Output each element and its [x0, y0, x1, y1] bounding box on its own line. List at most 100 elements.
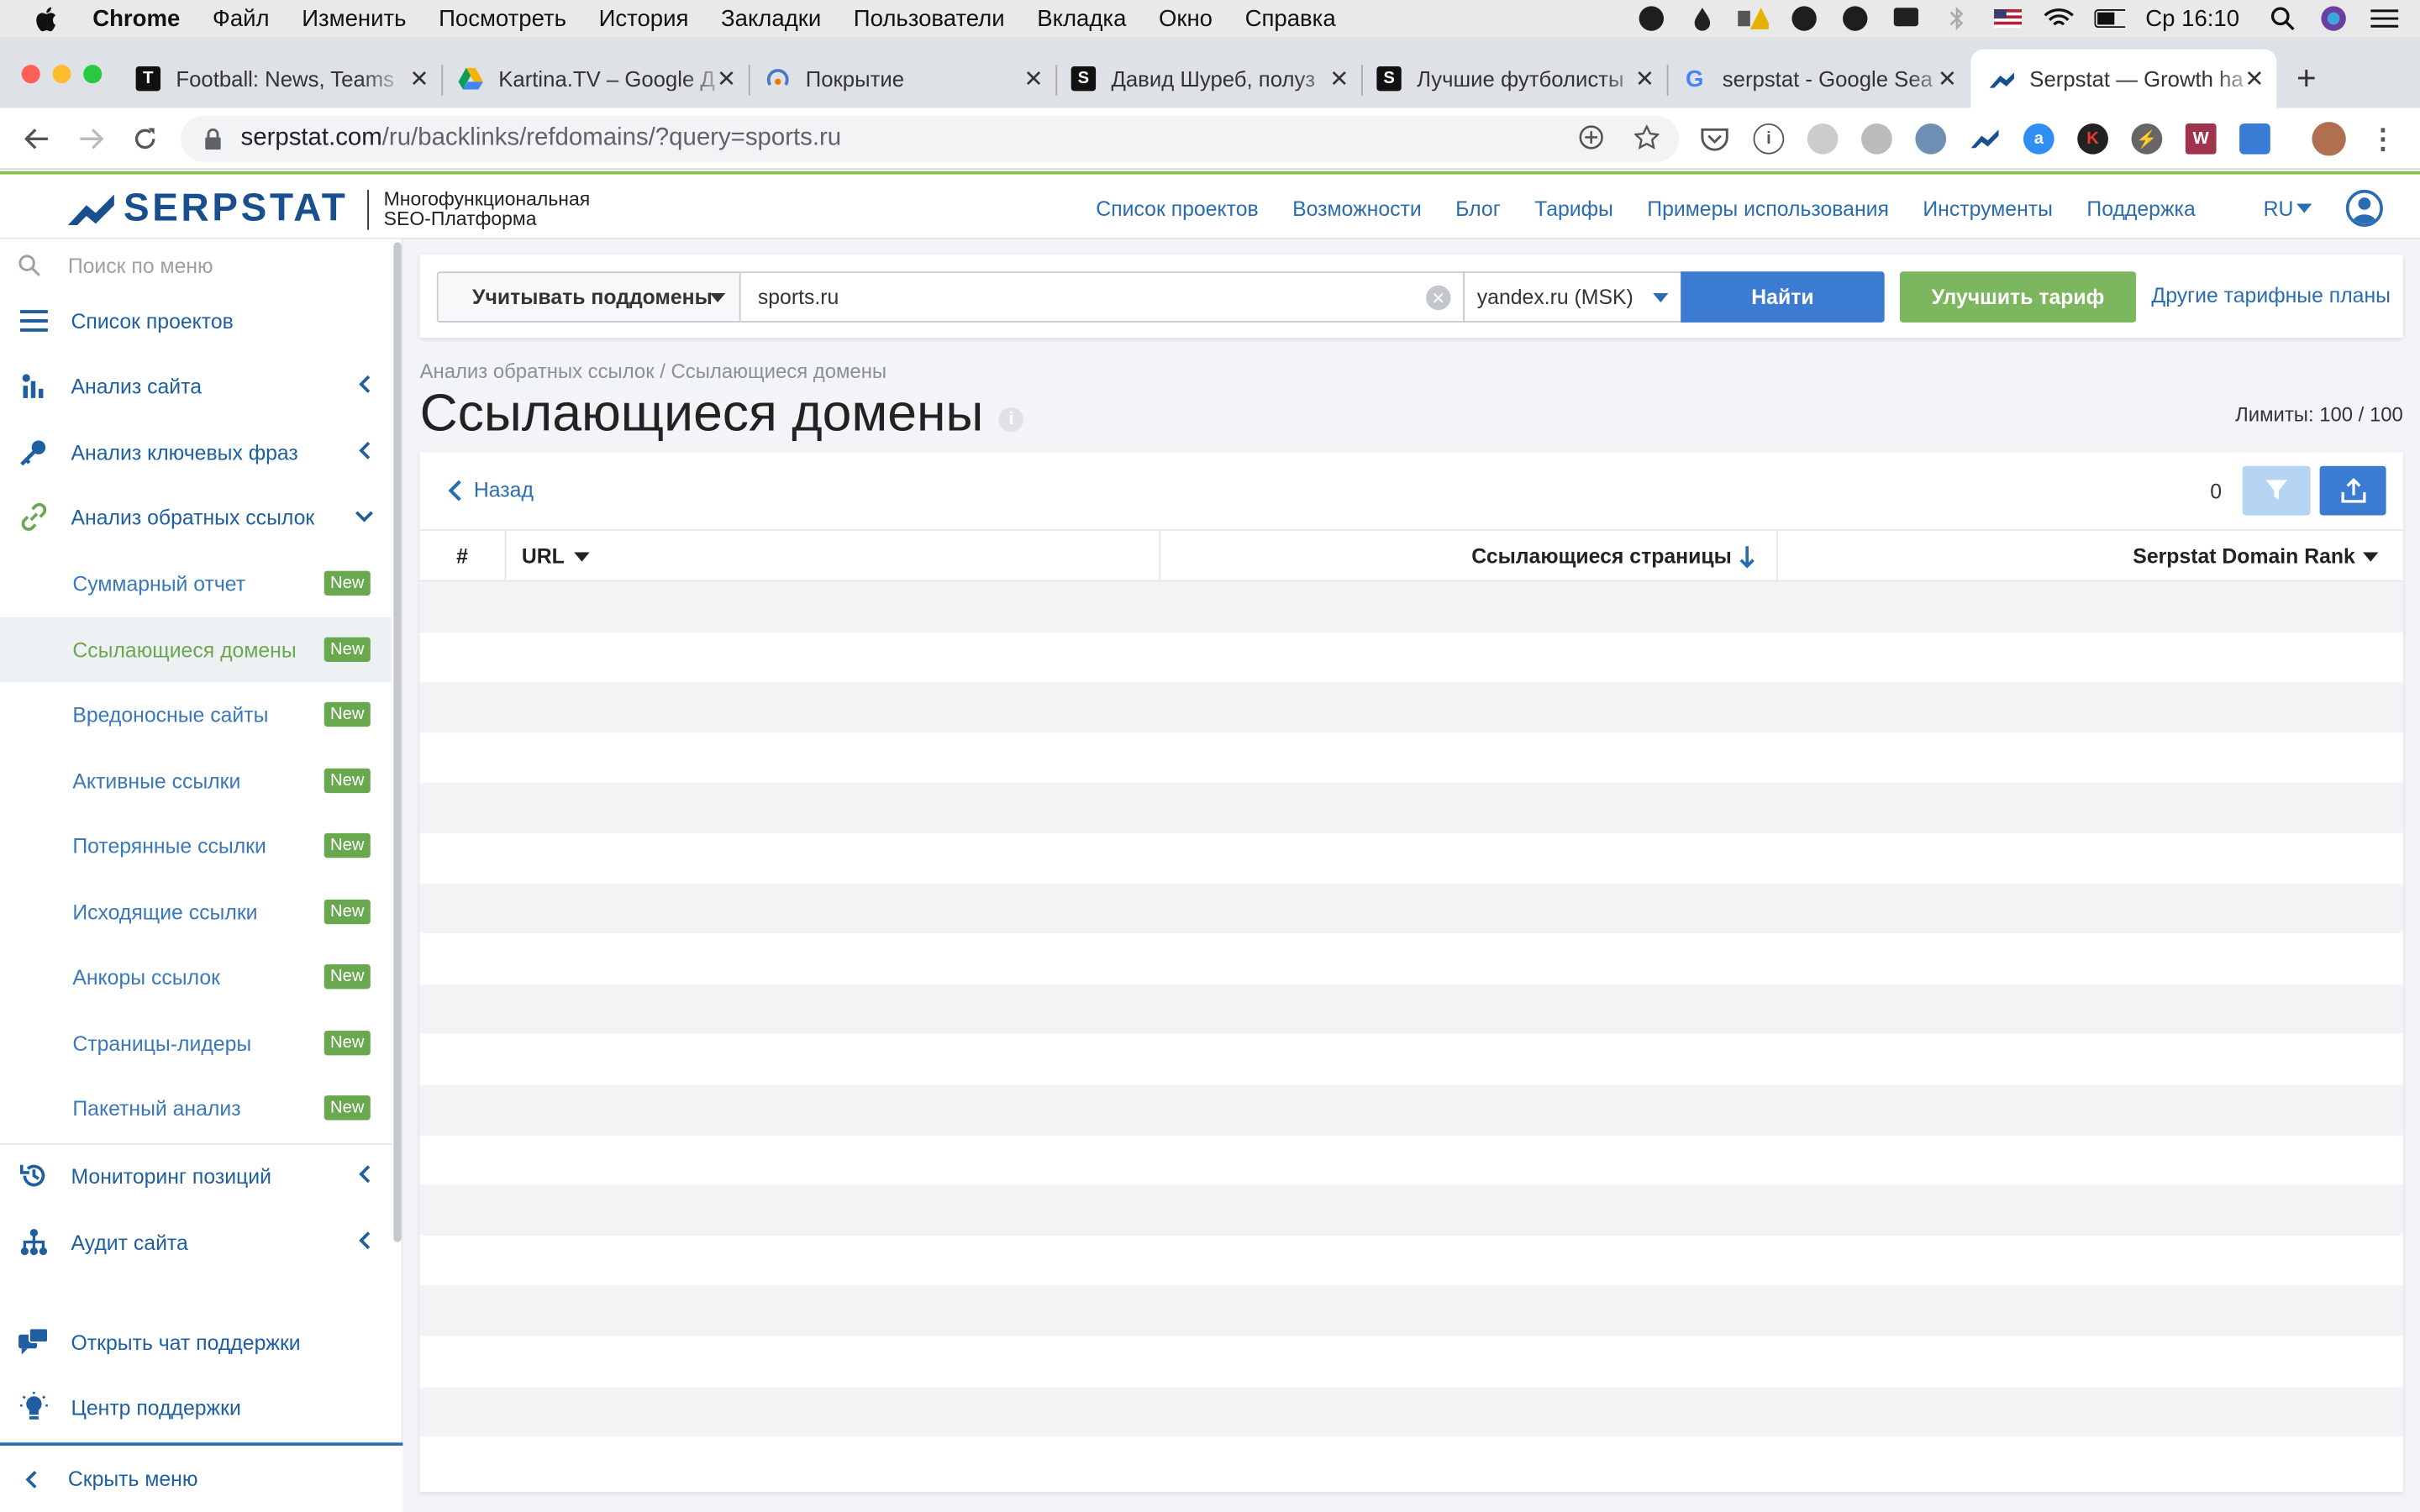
- drop-tray-icon[interactable]: [1687, 5, 1718, 33]
- close-window-button[interactable]: [21, 65, 40, 84]
- serpstat-extension-icon[interactable]: [1970, 123, 2001, 155]
- export-button[interactable]: [2319, 465, 2386, 516]
- column-referring-pages[interactable]: Ссылающиеся страницы: [1160, 530, 1778, 582]
- menu-users[interactable]: Пользователи: [854, 5, 1005, 31]
- menu-window[interactable]: Окно: [1159, 5, 1213, 31]
- chrome-menu-icon[interactable]: ⋮: [2368, 123, 2399, 155]
- user-avatar-icon[interactable]: [2345, 189, 2383, 227]
- search-engine-select[interactable]: yandex.ru (MSK): [1463, 271, 1683, 323]
- menu-view[interactable]: Посмотреть: [439, 5, 566, 31]
- sidebar-subitem-top-pages[interactable]: Страницы-лидеры New: [0, 1011, 392, 1075]
- language-selector[interactable]: RU: [2229, 197, 2312, 220]
- browser-tab[interactable]: Kartina.TV – Google Д ✕: [458, 50, 750, 108]
- sidebar-subitem-lost-links[interactable]: Потерянные ссылки New: [0, 813, 392, 878]
- menu-app-name[interactable]: Chrome: [92, 5, 180, 31]
- sidebar-item-site-analysis[interactable]: Анализ сайта: [0, 354, 392, 418]
- flag-icon[interactable]: [1992, 5, 2023, 33]
- onepassword-icon[interactable]: i: [1753, 123, 1785, 155]
- sidebar-item-projects[interactable]: Список проектов: [0, 288, 392, 353]
- sidebar-item-keywords[interactable]: Анализ ключевых фраз: [0, 420, 392, 485]
- apple-icon[interactable]: [34, 6, 58, 31]
- spotlight-search-icon[interactable]: [2267, 5, 2298, 33]
- nav-support[interactable]: Поддержка: [2086, 197, 2195, 220]
- notification-center-icon[interactable]: [2369, 5, 2400, 33]
- pocket-icon[interactable]: [1699, 123, 1730, 155]
- battery-icon[interactable]: [2094, 5, 2126, 33]
- tab-close-icon[interactable]: ✕: [1635, 65, 1655, 92]
- password-tray-icon[interactable]: [1840, 5, 1871, 33]
- browser-tab[interactable]: T Football: News, Teams ✕: [135, 50, 444, 108]
- tab-close-icon[interactable]: ✕: [410, 65, 429, 92]
- siri-icon[interactable]: [2318, 5, 2349, 33]
- nav-projects[interactable]: Список проектов: [1096, 197, 1258, 220]
- extension-a-icon[interactable]: a: [2023, 123, 2054, 155]
- browser-tab[interactable]: S Лучшие футболисты ✕: [1376, 50, 1669, 108]
- sidebar-item-support-chat[interactable]: Открыть чат поддержки: [0, 1310, 392, 1374]
- warning-tray-icon[interactable]: [1738, 5, 1770, 33]
- sidebar-subitem-summary[interactable]: Суммарный отчет New: [0, 551, 392, 616]
- tab-close-icon[interactable]: ✕: [1938, 65, 1957, 92]
- menu-search[interactable]: Поиск по меню: [18, 250, 213, 281]
- menu-history[interactable]: История: [599, 5, 689, 31]
- zoom-window-button[interactable]: [83, 65, 103, 84]
- info-icon[interactable]: i: [998, 406, 1024, 432]
- menu-search-input[interactable]: Поиск по меню: [68, 254, 213, 277]
- extension-grey-icon[interactable]: [1807, 123, 1839, 155]
- sidebar-subitem-referring-domains[interactable]: Ссылающиеся домены New: [0, 617, 392, 682]
- sidebar-scrollbar[interactable]: [393, 242, 402, 1242]
- tab-close-icon[interactable]: ✕: [717, 65, 736, 92]
- sidebar-item-backlinks[interactable]: Анализ обратных ссылок: [0, 485, 392, 549]
- notes-tray-icon[interactable]: [1891, 5, 1922, 33]
- serpstat-logo[interactable]: SERPSTAT Многофункциональная SEO-Платформ…: [67, 186, 590, 231]
- new-tab-button[interactable]: +: [2296, 59, 2317, 99]
- other-plans-link[interactable]: Другие тарифные планы: [2151, 284, 2391, 307]
- menu-bookmarks[interactable]: Закладки: [721, 5, 821, 31]
- extension-k-icon[interactable]: K: [2077, 123, 2108, 155]
- subdomains-dropdown[interactable]: Учитывать поддомены: [436, 271, 741, 323]
- extension-card-icon[interactable]: [2239, 123, 2270, 155]
- upgrade-plan-button[interactable]: Улучшить тариф: [1900, 271, 2137, 323]
- sidebar-subitem-malicious-sites[interactable]: Вредоносные сайты New: [0, 682, 392, 747]
- domain-search-input[interactable]: sports.ru ✕: [740, 271, 1465, 323]
- bookmark-star-icon[interactable]: [1633, 123, 1660, 158]
- profile-avatar[interactable]: [2312, 122, 2346, 156]
- extension-bolt-icon[interactable]: ⚡: [2131, 123, 2163, 155]
- find-button[interactable]: Найти: [1681, 271, 1885, 323]
- address-bar[interactable]: serpstat.com/ru/backlinks/refdomains/?qu…: [180, 115, 1680, 162]
- sidebar-item-site-audit[interactable]: Аудит сайта: [0, 1210, 392, 1274]
- nav-features[interactable]: Возможности: [1292, 197, 1422, 220]
- browser-tab[interactable]: G serpstat - Google Sea ✕: [1682, 50, 1970, 108]
- sidebar-subitem-active-links[interactable]: Активные ссылки New: [0, 748, 392, 813]
- menu-edit[interactable]: Изменить: [302, 5, 406, 31]
- sidebar-item-help-center[interactable]: Центр поддержки: [0, 1375, 392, 1440]
- browser-tab[interactable]: Покрытие ✕: [765, 50, 1058, 108]
- wifi-icon[interactable]: [2044, 5, 2075, 33]
- clock[interactable]: Ср 16:10: [2145, 5, 2239, 31]
- tab-close-icon[interactable]: ✕: [1329, 65, 1349, 92]
- nav-tools[interactable]: Инструменты: [1923, 197, 2053, 220]
- menu-tab[interactable]: Вкладка: [1037, 5, 1126, 31]
- breadcrumb[interactable]: Анализ обратных ссылок / Ссылающиеся дом…: [420, 360, 886, 383]
- hide-menu-button[interactable]: Скрыть меню: [0, 1442, 403, 1512]
- tab-close-icon[interactable]: ✕: [2244, 65, 2264, 92]
- nav-use-cases[interactable]: Примеры использования: [1647, 197, 1889, 220]
- forward-arrow-icon[interactable]: [72, 120, 109, 157]
- back-link[interactable]: Назад: [448, 478, 534, 501]
- filter-button[interactable]: [2242, 465, 2311, 516]
- column-domain-rank[interactable]: Serpstat Domain Rank: [1778, 531, 2403, 582]
- nav-blog[interactable]: Блог: [1455, 197, 1501, 220]
- column-url[interactable]: URL: [506, 530, 1161, 582]
- back-arrow-icon[interactable]: [18, 120, 55, 157]
- minimize-window-button[interactable]: [52, 65, 71, 84]
- menu-help[interactable]: Справка: [1245, 5, 1336, 31]
- sidebar-subitem-anchors[interactable]: Анкоры ссылок New: [0, 944, 392, 1009]
- extension-w-icon[interactable]: W: [2185, 123, 2217, 155]
- check-tray-icon[interactable]: [1636, 5, 1667, 33]
- extension-globe-icon[interactable]: [1915, 123, 1947, 155]
- telegram-tray-icon[interactable]: [1789, 5, 1820, 33]
- tab-close-icon[interactable]: ✕: [1024, 65, 1044, 92]
- sidebar-subitem-batch-analysis[interactable]: Пакетный анализ New: [0, 1075, 392, 1140]
- reload-icon[interactable]: [127, 120, 164, 157]
- sidebar-item-rank-tracker[interactable]: Мониторинг позиций: [0, 1143, 392, 1208]
- lock-icon[interactable]: [203, 128, 222, 150]
